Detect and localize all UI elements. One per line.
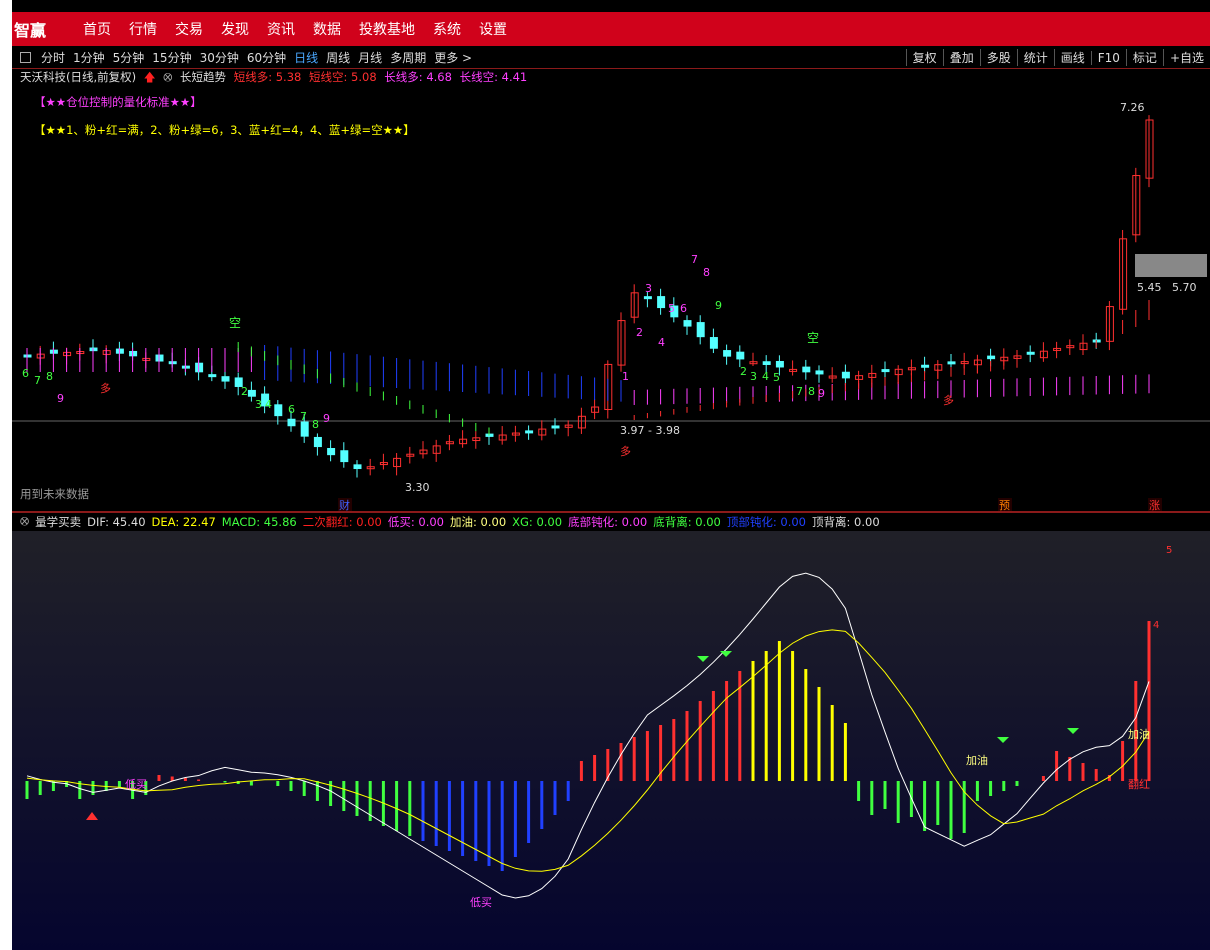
range-price-label: 3.97 - 3.98 bbox=[620, 424, 680, 437]
dingbu-value: 顶部钝化: 0.00 bbox=[726, 514, 806, 529]
candle-body bbox=[802, 366, 811, 373]
macd-dropdown-icon[interactable]: ⭙ bbox=[20, 514, 29, 529]
macd-indicator-name[interactable]: 量学买卖 bbox=[35, 514, 81, 530]
jiayou-label: 加油 bbox=[966, 753, 988, 767]
jiayou-value: 加油: 0.00 bbox=[450, 514, 507, 529]
macd-count: 4 bbox=[1153, 620, 1159, 631]
duo-marker: 多 bbox=[620, 444, 631, 458]
fanhong-label: 翻红 bbox=[1128, 777, 1150, 791]
mid-price-left: 5.45 bbox=[1137, 281, 1162, 294]
count-number: 4 bbox=[762, 370, 769, 383]
count-number: 3 bbox=[750, 370, 757, 383]
candle-body bbox=[1026, 351, 1035, 355]
count-number: 6 bbox=[22, 367, 29, 380]
candle-body bbox=[247, 389, 256, 397]
candle-body bbox=[947, 361, 956, 365]
low-price-label: 3.30 bbox=[405, 481, 430, 494]
count-number: 8 bbox=[46, 370, 53, 383]
count-number: 8 bbox=[808, 385, 815, 398]
mid-price-right: 5.70 bbox=[1172, 281, 1197, 294]
candle-body bbox=[287, 418, 296, 427]
dingbei-value: 顶背离: 0.00 bbox=[812, 514, 880, 529]
count-number: 1 bbox=[622, 370, 629, 383]
dimai-label: 低买 bbox=[125, 778, 147, 791]
count-number: 6 bbox=[288, 403, 295, 416]
candle-body bbox=[987, 355, 996, 360]
count-number: 9 bbox=[715, 299, 722, 312]
candle-body bbox=[881, 369, 890, 373]
macd-count: 5 bbox=[1166, 545, 1172, 556]
candle-body bbox=[762, 361, 771, 365]
candle-body bbox=[643, 296, 652, 300]
count-number: 7 bbox=[300, 410, 307, 423]
candle-body bbox=[300, 421, 309, 437]
candle-body bbox=[313, 436, 322, 448]
candle-body bbox=[340, 450, 349, 463]
count-number: 7 bbox=[34, 374, 41, 387]
dif-value: DIF: 45.40 bbox=[87, 514, 146, 529]
macd-value: MACD: 45.86 bbox=[221, 514, 297, 529]
candle-body bbox=[551, 425, 560, 429]
count-number: 9 bbox=[818, 387, 825, 400]
count-number: 8 bbox=[703, 266, 710, 279]
count-number: 6 bbox=[680, 302, 687, 315]
count-number: 7 bbox=[691, 253, 698, 266]
count-number: 5 bbox=[773, 371, 780, 384]
candle-body bbox=[815, 370, 824, 375]
dea-value: DEA: 22.47 bbox=[151, 514, 216, 529]
candle-body bbox=[353, 464, 362, 470]
duo-marker: 多 bbox=[100, 381, 111, 395]
candle-body bbox=[736, 351, 745, 360]
count-number: 2 bbox=[636, 326, 643, 339]
dimai-value: 低买: 0.00 bbox=[387, 514, 444, 529]
candle-body bbox=[696, 322, 705, 338]
count-number: 9 bbox=[323, 412, 330, 425]
candle-body bbox=[657, 296, 666, 309]
count-number: 4 bbox=[658, 336, 665, 349]
count-number: 9 bbox=[57, 392, 64, 405]
candle-body bbox=[775, 360, 784, 368]
macd-pane-bg bbox=[12, 531, 1210, 950]
count-number: 4 bbox=[265, 398, 272, 411]
count-number: 8 bbox=[312, 418, 319, 431]
event-marker: 财 bbox=[339, 498, 350, 512]
count-number: 2 bbox=[241, 385, 248, 398]
macd-info-line: ⭙ 量学买卖 DIF: 45.40 DEA: 22.47 MACD: 45.86… bbox=[12, 513, 1210, 530]
dimai-label: 低买 bbox=[470, 896, 492, 909]
candle-body bbox=[683, 320, 692, 327]
candle-body bbox=[274, 404, 283, 417]
count-number: 3 bbox=[645, 282, 652, 295]
candle-body bbox=[221, 376, 230, 382]
candle-body bbox=[921, 364, 930, 368]
candle-body bbox=[709, 337, 718, 349]
count-number: 7 bbox=[796, 385, 803, 398]
price-highlight-box bbox=[1135, 254, 1207, 277]
count-number: 3 bbox=[255, 398, 262, 411]
kong-marker: 空 bbox=[229, 316, 241, 330]
candle-body bbox=[723, 350, 732, 357]
high-price-label: 7.26 bbox=[1120, 101, 1145, 114]
erci-value: 二次翻红: 0.00 bbox=[302, 514, 382, 529]
candle-body bbox=[327, 448, 336, 456]
dibei-value: 底背离: 0.00 bbox=[653, 514, 721, 529]
candle-body bbox=[841, 371, 850, 379]
candle-body bbox=[208, 374, 217, 378]
dibu-value: 底部钝化: 0.00 bbox=[568, 514, 648, 529]
candle-body bbox=[525, 430, 534, 434]
duo-marker: 多 bbox=[943, 393, 954, 407]
count-number: 5 bbox=[668, 302, 675, 315]
count-number: 2 bbox=[740, 365, 747, 378]
kong-marker: 空 bbox=[807, 331, 819, 345]
jiayou-label: 加油 bbox=[1128, 727, 1150, 741]
kline-chart: 空空多多多67 893245 6789123 4 678 92 3 4 57 8 9财预涨低买低买加… bbox=[12, 115, 1210, 950]
xg-value: XG: 0.00 bbox=[512, 514, 563, 529]
